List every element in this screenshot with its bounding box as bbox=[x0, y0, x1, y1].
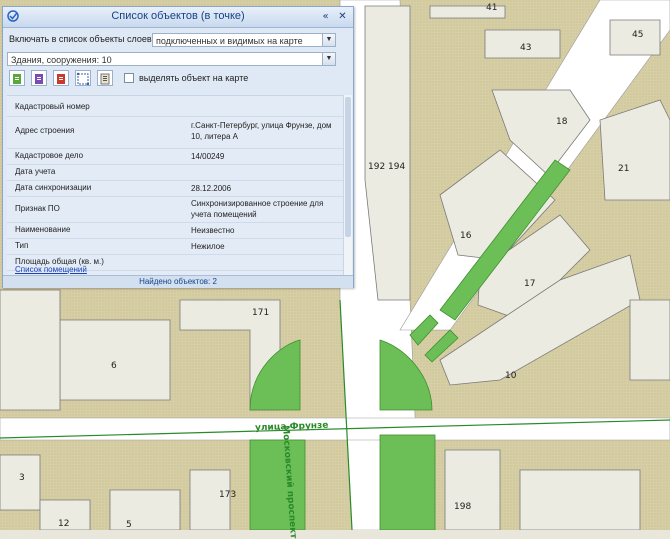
highlight-label: выделять объект на карте bbox=[139, 73, 249, 83]
building-198 bbox=[444, 449, 501, 530]
park-right-bottom bbox=[379, 434, 436, 530]
building-number-6: 6 bbox=[111, 361, 117, 371]
building-number-41: 41 bbox=[486, 3, 498, 13]
building-number-16: 16 bbox=[460, 231, 472, 241]
scrollbar-thumb[interactable] bbox=[345, 97, 351, 237]
property-key: Дата синхронизации bbox=[15, 183, 92, 192]
doc-red-icon[interactable] bbox=[53, 70, 69, 86]
building-6 bbox=[59, 319, 171, 401]
property-key: Наименование bbox=[15, 225, 71, 234]
status-bar: Найдено объектов: 2 bbox=[3, 275, 353, 288]
property-value: г.Санкт-Петербург, улица Фрунзе, дом 10,… bbox=[191, 121, 332, 141]
property-value: 28.12.2006 bbox=[191, 184, 232, 193]
panel-title: Список объектов (в точке) bbox=[111, 10, 245, 22]
building-number-10: 10 bbox=[505, 371, 517, 381]
table-row: Дата учета bbox=[7, 164, 343, 181]
property-value: 14/00249 bbox=[191, 152, 225, 161]
building-number-173: 173 bbox=[219, 490, 237, 500]
property-key: Дата учета bbox=[15, 167, 56, 176]
layers-select[interactable]: подключенных и видимых на карте ▼ bbox=[152, 33, 336, 47]
layers-label: Включать в список объекты слоев: bbox=[9, 34, 155, 44]
object-list-panel: Список объектов (в точке) « ✕ Включать в… bbox=[2, 6, 354, 288]
object-select[interactable]: Здания, сооружения: 10 ▼ bbox=[7, 52, 336, 66]
property-key: Кадастровый номер bbox=[15, 102, 90, 111]
table-row: Признак ПО Синхронизированное строение д… bbox=[7, 196, 343, 223]
collapse-icon[interactable]: « bbox=[319, 10, 332, 23]
table-row: Тип Нежилое bbox=[7, 238, 343, 255]
property-key: Признак ПО bbox=[15, 204, 60, 213]
property-value: Неизвестно bbox=[191, 226, 235, 235]
grid-icon[interactable] bbox=[75, 70, 91, 86]
properties-scrollbar[interactable] bbox=[343, 95, 352, 277]
building-number-192: 192 bbox=[368, 162, 386, 172]
building-173 bbox=[189, 469, 231, 530]
building-number-18: 18 bbox=[556, 117, 568, 127]
property-key: Адрес строения bbox=[15, 126, 75, 135]
close-icon[interactable]: ✕ bbox=[336, 10, 349, 23]
chevron-down-icon[interactable]: ▼ bbox=[322, 53, 335, 65]
building-number-21: 21 bbox=[618, 164, 630, 174]
building-number-17: 17 bbox=[524, 279, 536, 289]
object-select-value: Здания, сооружения: 10 bbox=[11, 55, 112, 65]
building-number-171: 171 bbox=[252, 308, 270, 318]
list-icon[interactable] bbox=[97, 70, 113, 86]
building-right-bottom bbox=[519, 469, 641, 530]
properties-table: Кадастровый номер Адрес строения г.Санкт… bbox=[7, 95, 343, 276]
panel-titlebar[interactable]: Список объектов (в точке) « ✕ bbox=[3, 7, 353, 28]
property-key: Кадастровое дело bbox=[15, 151, 84, 160]
layers-select-value: подключенных и видимых на карте bbox=[156, 36, 303, 46]
rooms-list-link[interactable]: Список помещений bbox=[15, 265, 87, 274]
table-row: Наименование Неизвестно bbox=[7, 222, 343, 239]
doc-green-icon[interactable] bbox=[9, 70, 25, 86]
building-number-198: 198 bbox=[454, 502, 472, 512]
table-row: Дата синхронизации 28.12.2006 bbox=[7, 180, 343, 197]
property-value: Нежилое bbox=[191, 242, 225, 251]
park-left-bottom bbox=[249, 439, 306, 530]
building-number-5: 5 bbox=[126, 520, 132, 530]
table-row: Кадастровый номер bbox=[7, 96, 343, 117]
building-left bbox=[0, 289, 61, 411]
building-5 bbox=[109, 489, 181, 530]
table-row: Кадастровое дело 14/00249 bbox=[7, 148, 343, 165]
building-number-194: 194 bbox=[388, 162, 406, 172]
building-number-43: 43 bbox=[520, 43, 532, 53]
building-right-mid bbox=[629, 299, 670, 381]
building-number-3: 3 bbox=[19, 473, 25, 483]
property-key: Тип bbox=[15, 241, 29, 250]
chevron-down-icon[interactable]: ▼ bbox=[322, 34, 335, 46]
doc-purple-icon[interactable] bbox=[31, 70, 47, 86]
property-value: Синхронизированное строение для учета по… bbox=[191, 199, 324, 219]
building-number-12: 12 bbox=[58, 519, 70, 529]
table-row: Адрес строения г.Санкт-Петербург, улица … bbox=[7, 116, 343, 149]
building-number-45: 45 bbox=[632, 30, 644, 40]
highlight-checkbox[interactable] bbox=[124, 73, 134, 83]
